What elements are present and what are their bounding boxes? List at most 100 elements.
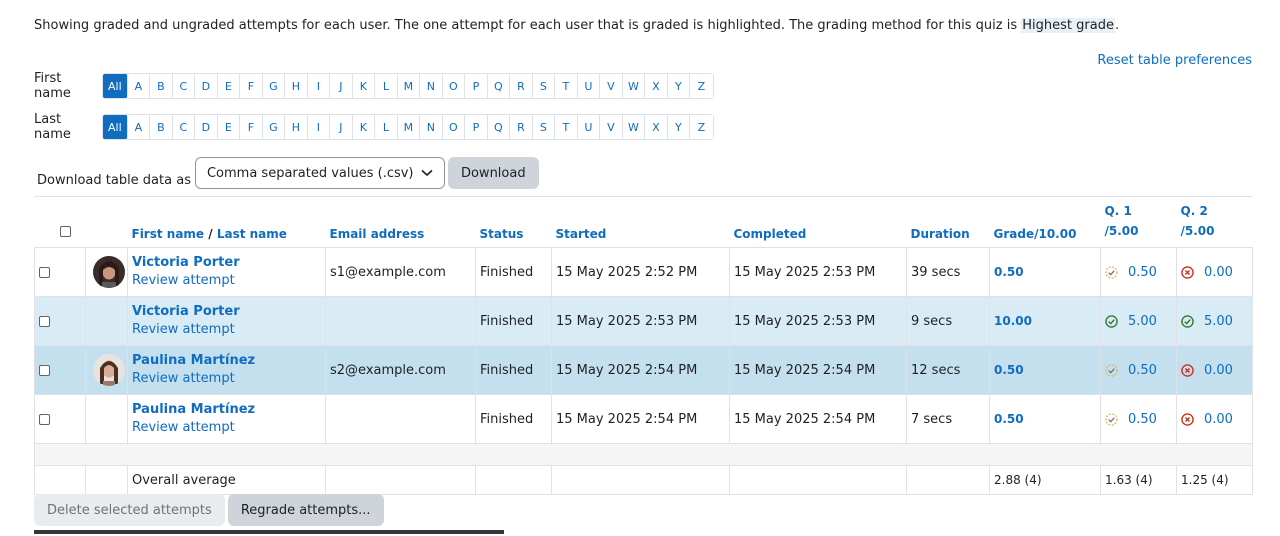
duration-header[interactable]: Duration — [907, 197, 990, 248]
first-letter-u[interactable]: U — [577, 74, 601, 98]
partially-correct-icon — [1105, 363, 1118, 377]
last-letter-g[interactable]: G — [262, 115, 286, 139]
started-header[interactable]: Started — [552, 197, 730, 248]
user-avatar[interactable] — [90, 354, 125, 386]
user-avatar[interactable] — [90, 256, 125, 288]
select-all-checkbox[interactable] — [59, 226, 71, 237]
avg-empty-7 — [906, 465, 990, 495]
last-letter-b[interactable]: B — [150, 115, 173, 139]
last-letter-o[interactable]: O — [442, 115, 466, 139]
last-letter-m[interactable]: M — [397, 115, 421, 139]
user-name-link[interactable]: Paulina Martínez — [132, 352, 321, 370]
download-format-select[interactable]: Comma separated values (.csv) — [194, 157, 445, 189]
last-letter-q[interactable]: Q — [487, 115, 511, 139]
last-letter-w[interactable]: W — [622, 115, 646, 139]
row-select-checkbox[interactable] — [39, 266, 50, 278]
completed-header[interactable]: Completed — [730, 197, 907, 248]
last-letter-k[interactable]: K — [352, 115, 376, 139]
last-letter-y[interactable]: Y — [667, 115, 691, 139]
last-letter-p[interactable]: P — [465, 115, 488, 139]
last-letter-x[interactable]: X — [645, 115, 668, 139]
first-letter-m[interactable]: M — [397, 74, 421, 98]
last-letter-e[interactable]: E — [217, 115, 241, 139]
first-letter-j[interactable]: J — [330, 74, 353, 98]
review-attempt-link[interactable]: Review attempt — [132, 321, 321, 339]
sort-first-name[interactable]: First name — [132, 227, 205, 241]
regrade-attempts-button[interactable]: Regrade attempts... — [227, 494, 384, 526]
last-letter-l[interactable]: L — [375, 115, 398, 139]
last-letter-r[interactable]: R — [510, 115, 533, 139]
review-attempt-link[interactable]: Review attempt — [132, 272, 321, 290]
download-button[interactable]: Download — [447, 157, 539, 189]
grade-header[interactable]: Grade/10.00 — [990, 197, 1101, 248]
grade-cell: 0.50 — [989, 345, 1101, 395]
first-letter-g[interactable]: G — [262, 74, 286, 98]
grade-link[interactable]: 0.50 — [994, 265, 1024, 279]
first-letter-o[interactable]: O — [442, 74, 466, 98]
grade-link[interactable]: 0.50 — [994, 412, 1024, 426]
first-letter-k[interactable]: K — [352, 74, 376, 98]
first-letter-i[interactable]: I — [307, 74, 331, 98]
last-letter-t[interactable]: T — [555, 115, 578, 139]
q2-mark-link[interactable]: 5.00 — [1181, 314, 1248, 329]
first-letter-d[interactable]: D — [195, 74, 218, 98]
q2-mark-link[interactable]: 0.00 — [1181, 363, 1248, 378]
review-attempt-link[interactable]: Review attempt — [132, 370, 321, 388]
last-letter-h[interactable]: H — [285, 115, 308, 139]
last-letter-s[interactable]: S — [532, 115, 556, 139]
row-select-checkbox[interactable] — [39, 315, 50, 327]
q2-mark-link[interactable]: 0.00 — [1181, 265, 1248, 280]
first-letter-w[interactable]: W — [622, 74, 646, 98]
first-letter-t[interactable]: T — [555, 74, 578, 98]
first-letter-p[interactable]: P — [465, 74, 488, 98]
first-letter-l[interactable]: L — [375, 74, 398, 98]
last-letter-j[interactable]: J — [330, 115, 353, 139]
last-letter-n[interactable]: N — [420, 115, 443, 139]
last-letter-z[interactable]: Z — [690, 115, 713, 139]
grade-link[interactable]: 10.00 — [994, 314, 1032, 328]
first-letter-e[interactable]: E — [217, 74, 241, 98]
reset-table-preferences-link[interactable]: Reset table preferences — [1097, 53, 1252, 68]
status-header[interactable]: Status — [476, 197, 552, 248]
q1-mark-link[interactable]: 0.50 — [1105, 265, 1172, 280]
user-name-link[interactable]: Paulina Martínez — [132, 401, 321, 419]
q1-header[interactable]: Q. 1/5.00 — [1101, 197, 1177, 248]
email-header[interactable]: Email address — [326, 197, 476, 248]
q2-mark-link[interactable]: 0.00 — [1181, 412, 1248, 427]
first-letter-x[interactable]: X — [645, 74, 668, 98]
last-letter-d[interactable]: D — [195, 115, 218, 139]
user-name-link[interactable]: Victoria Porter — [132, 303, 321, 321]
first-letter-y[interactable]: Y — [667, 74, 691, 98]
delete-selected-attempts-button[interactable]: Delete selected attempts — [34, 494, 225, 526]
grade-link[interactable]: 0.50 — [994, 363, 1024, 377]
q1-mark-link[interactable]: 5.00 — [1105, 314, 1172, 329]
row-select-checkbox[interactable] — [39, 413, 50, 425]
review-attempt-link[interactable]: Review attempt — [132, 419, 321, 437]
last-letter-a[interactable]: A — [127, 115, 151, 139]
q2-header[interactable]: Q. 2/5.00 — [1177, 197, 1253, 248]
first-letter-c[interactable]: C — [172, 74, 196, 98]
first-letter-n[interactable]: N — [420, 74, 443, 98]
first-letter-h[interactable]: H — [285, 74, 308, 98]
first-letter-a[interactable]: A — [127, 74, 151, 98]
q1-mark-link[interactable]: 0.50 — [1105, 363, 1172, 378]
first-letter-z[interactable]: Z — [690, 74, 713, 98]
first-letter-b[interactable]: B — [150, 74, 173, 98]
sort-last-name[interactable]: Last name — [217, 227, 287, 241]
first-letter-q[interactable]: Q — [487, 74, 511, 98]
first-letter-v[interactable]: V — [600, 74, 623, 98]
name-header: First name / Last name — [128, 197, 326, 248]
last-letter-i[interactable]: I — [307, 115, 331, 139]
last-letter-u[interactable]: U — [577, 115, 601, 139]
first-letter-r[interactable]: R — [510, 74, 533, 98]
last-letter-f[interactable]: F — [240, 115, 263, 139]
first-letter-all[interactable]: All — [103, 74, 128, 98]
q1-mark-link[interactable]: 0.50 — [1105, 412, 1172, 427]
last-letter-all[interactable]: All — [103, 115, 128, 139]
last-letter-v[interactable]: V — [600, 115, 623, 139]
last-letter-c[interactable]: C — [172, 115, 196, 139]
user-name-link[interactable]: Victoria Porter — [132, 254, 321, 272]
row-select-checkbox[interactable] — [39, 364, 50, 376]
first-letter-s[interactable]: S — [532, 74, 556, 98]
first-letter-f[interactable]: F — [240, 74, 263, 98]
